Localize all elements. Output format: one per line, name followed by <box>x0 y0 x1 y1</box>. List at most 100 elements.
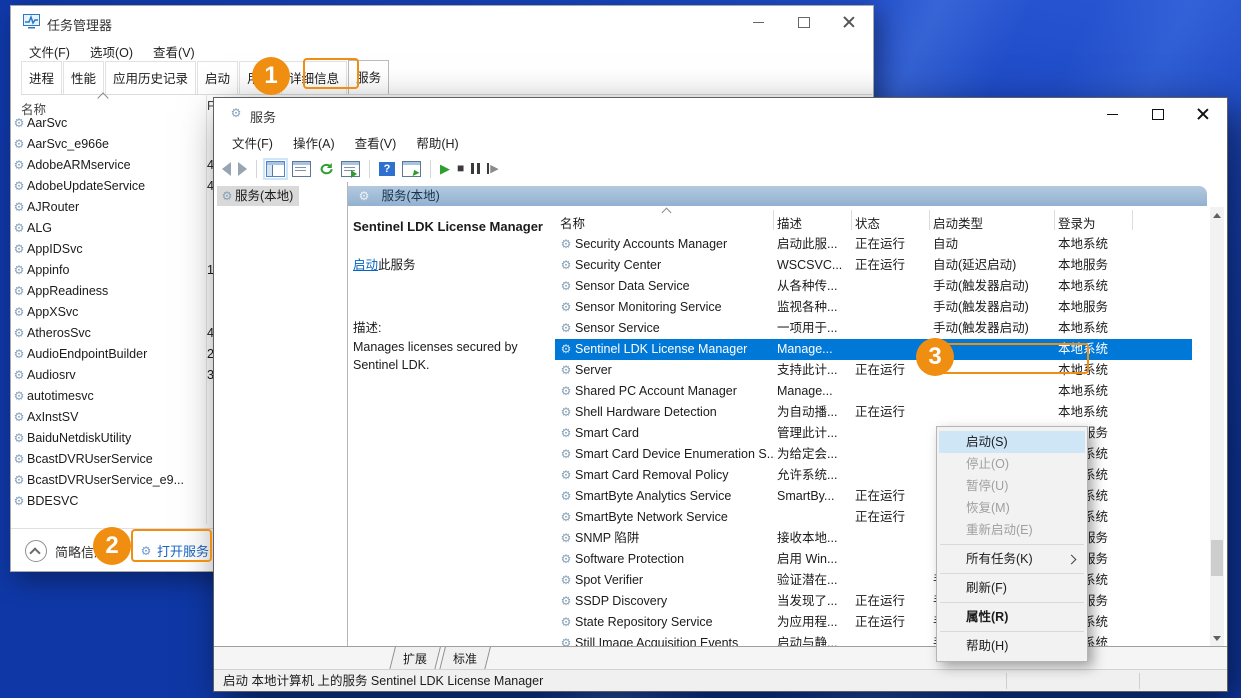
svc-menu-文件(F)[interactable]: 文件(F) <box>224 129 281 156</box>
table-row[interactable]: ⚙SNMP 陷阱接收本地...本地服务 <box>555 528 1192 549</box>
tab-应用历史记录[interactable]: 应用历史记录 <box>105 61 196 94</box>
context-menu-item-启动(S)[interactable]: 启动(S) <box>939 431 1085 453</box>
service-description: 管理此计... <box>777 423 853 444</box>
menu-separator <box>940 602 1084 603</box>
context-menu-item-帮助(H)[interactable]: 帮助(H) <box>939 635 1085 657</box>
service-description: 为应用程... <box>777 612 853 633</box>
service-name: BDESVC <box>27 494 78 508</box>
pause-service-icon[interactable] <box>471 163 480 174</box>
service-description: 为自动播... <box>777 402 853 423</box>
table-row[interactable]: ⚙Sensor Data Service从各种传...手动(触发器启动)本地系统 <box>555 276 1192 297</box>
table-row[interactable]: ⚙SmartByte Analytics ServiceSmartBy...正在… <box>555 486 1192 507</box>
vertical-scrollbar[interactable] <box>1210 207 1224 646</box>
column-header-描述[interactable]: 描述 <box>777 213 802 232</box>
start-service-link[interactable]: 启动 <box>353 258 378 272</box>
scroll-down-icon[interactable] <box>1210 631 1224 646</box>
service-description: WSCSVC... <box>777 255 853 276</box>
service-name: Smart Card <box>575 423 775 444</box>
collapse-details-button[interactable] <box>25 540 47 562</box>
svc-menu-帮助(H)[interactable]: 帮助(H) <box>408 129 466 156</box>
column-header-登录为[interactable]: 登录为 <box>1058 213 1096 232</box>
menu-separator <box>940 544 1084 545</box>
service-name: ALG <box>27 221 52 235</box>
minimize-button[interactable] <box>1090 98 1135 130</box>
header-divider <box>851 210 852 230</box>
service-description: SmartBy... <box>777 486 853 507</box>
tab-性能[interactable]: 性能 <box>63 61 104 94</box>
tree-item-services-local[interactable]: ⚙服务(本地) <box>217 186 299 206</box>
restart-service-icon[interactable]: ▶ <box>487 162 498 175</box>
scroll-up-icon[interactable] <box>1210 207 1224 222</box>
services-main-area: ⚙服务(本地) ⚙ 服务(本地) Sentinel LDK License Ma… <box>214 182 1227 646</box>
table-row[interactable]: ⚙SmartByte Network Service正在运行本地系统 <box>555 507 1192 528</box>
refresh-icon[interactable] <box>318 162 334 176</box>
table-row[interactable]: ⚙Sensor Service一项用于...手动(触发器启动)本地系统 <box>555 318 1192 339</box>
export-list-icon[interactable] <box>341 161 360 177</box>
column-header-名称[interactable]: 名称 <box>560 213 585 232</box>
close-button[interactable] <box>1180 98 1225 130</box>
service-gear-icon: ⚙ <box>11 260 27 281</box>
context-menu-item-刷新(F)[interactable]: 刷新(F) <box>939 577 1085 599</box>
service-name: autotimesvc <box>27 389 94 403</box>
help-icon[interactable]: ? <box>379 162 395 176</box>
column-header-状态[interactable]: 状态 <box>855 213 880 232</box>
service-gear-icon: ⚙ <box>11 386 27 407</box>
table-row[interactable]: ⚙Smart Card Removal Policy允许系统...本地系统 <box>555 465 1192 486</box>
service-gear-icon: ⚙ <box>11 491 27 512</box>
show-console-tree-icon[interactable] <box>266 161 285 177</box>
table-row[interactable]: ⚙Spot Verifier验证潜在...手动(触发器启动)本地系统 <box>555 570 1192 591</box>
stop-service-icon[interactable]: ■ <box>457 162 464 175</box>
service-name: Sensor Data Service <box>575 276 775 297</box>
tab-进程[interactable]: 进程 <box>21 61 62 94</box>
table-row[interactable]: ⚙Sensor Monitoring Service监视各种...手动(触发器启… <box>555 297 1192 318</box>
maximize-button[interactable] <box>781 6 826 38</box>
properties-icon[interactable] <box>292 161 311 177</box>
service-gear-icon: ⚙ <box>558 444 574 465</box>
console-tree-panel: ⚙服务(本地) <box>214 182 348 646</box>
close-button[interactable] <box>826 6 871 38</box>
sort-ascending-icon <box>97 92 108 103</box>
table-row[interactable]: ⚙Shell Hardware Detection为自动播...正在运行本地系统 <box>555 402 1192 423</box>
svc-menu-查看(V)[interactable]: 查看(V) <box>347 129 405 156</box>
service-name: Software Protection <box>575 549 775 570</box>
service-status: 正在运行 <box>855 612 905 633</box>
context-menu-item-所有任务(K)[interactable]: 所有任务(K) <box>939 548 1085 570</box>
start-service-icon[interactable]: ▶ <box>440 162 450 175</box>
services-local-banner: ⚙ 服务(本地) <box>348 186 1207 206</box>
table-row[interactable]: ⚙State Repository Service为应用程...正在运行手动本地… <box>555 612 1192 633</box>
view-tab-扩展[interactable]: 扩展 <box>389 647 441 670</box>
table-row[interactable]: ⚙Smart Card管理此计...本地服务 <box>555 423 1192 444</box>
table-row[interactable]: ⚙Security Accounts Manager启动此服...正在运行自动本… <box>555 234 1192 255</box>
table-row[interactable]: ⚙Shared PC Account ManagerManage...本地系统 <box>555 381 1192 402</box>
table-row[interactable]: ⚙Sentinel LDK License ManagerManage...本地… <box>555 339 1192 360</box>
forward-icon[interactable] <box>238 162 247 176</box>
services-list-header: 名称 描述 状态 启动类型 登录为 <box>555 207 1206 234</box>
service-gear-icon: ⚙ <box>558 402 574 423</box>
context-menu-item-属性(R)[interactable]: 属性(R) <box>939 606 1085 628</box>
service-name: AdobeUpdateService <box>27 179 145 193</box>
scrollbar-thumb[interactable] <box>1211 540 1223 576</box>
minimize-button[interactable] <box>736 6 781 38</box>
maximize-button[interactable] <box>1135 98 1180 130</box>
table-row[interactable]: ⚙Server支持此计...正在运行本地系统 <box>555 360 1192 381</box>
view-tab-标准[interactable]: 标准 <box>439 647 491 670</box>
extended-view-icon[interactable]: ▶ <box>402 161 421 177</box>
service-name: SNMP 陷阱 <box>575 528 775 549</box>
service-gear-icon: ⚙ <box>558 297 574 318</box>
header-divider <box>1054 210 1055 230</box>
table-row[interactable]: ⚙Software Protection启用 Win...网络服务 <box>555 549 1192 570</box>
column-header-启动类型[interactable]: 启动类型 <box>933 213 983 232</box>
tab-启动[interactable]: 启动 <box>197 61 238 94</box>
table-row[interactable]: ⚙SSDP Discovery当发现了...正在运行手动本地服务 <box>555 591 1192 612</box>
table-row[interactable]: ⚙Still Image Acquisition Events启动与静...手动… <box>555 633 1192 646</box>
table-row[interactable]: ⚙Smart Card Device Enumeration S...为给定会.… <box>555 444 1192 465</box>
service-gear-icon: ⚙ <box>558 549 574 570</box>
service-status: 正在运行 <box>855 507 905 528</box>
table-row[interactable]: ⚙Security CenterWSCSVC...正在运行自动(延迟启动)本地服… <box>555 255 1192 276</box>
back-icon[interactable] <box>222 162 231 176</box>
service-description: 允许系统... <box>777 465 853 486</box>
service-logon-as: 本地系统 <box>1058 402 1108 423</box>
svc-menu-操作(A)[interactable]: 操作(A) <box>285 129 343 156</box>
service-name: Security Accounts Manager <box>575 234 775 255</box>
service-name: AppXSvc <box>27 305 78 319</box>
